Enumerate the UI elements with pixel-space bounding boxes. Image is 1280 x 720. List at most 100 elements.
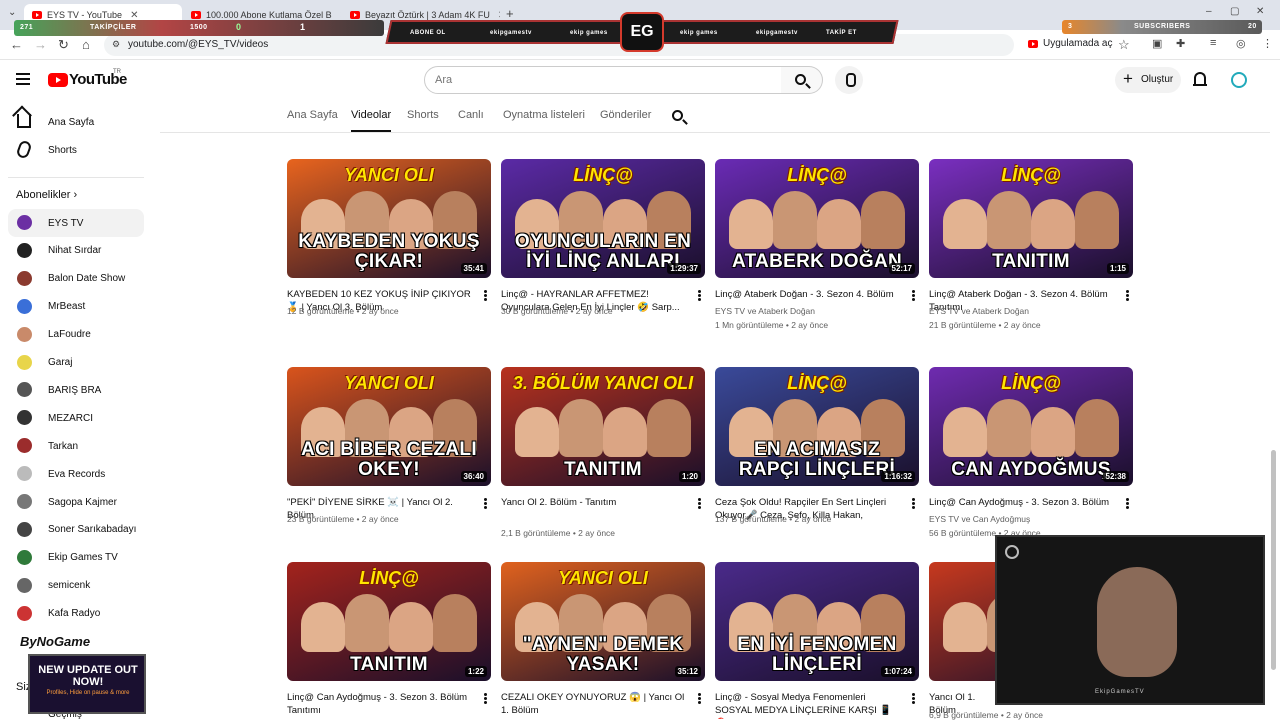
tab-playlists[interactable]: Oynatma listeleri [503, 109, 585, 121]
thumbnail-face [1075, 399, 1119, 457]
video-thumbnail[interactable]: YANCI OLI ACI BİBER CEZALI OKEY! 36:40 [287, 367, 491, 486]
more-options-icon[interactable] [484, 498, 487, 510]
video-title[interactable]: Linç@ Ataberk Doğan - 3. Sezon 4. Bölüm [715, 288, 901, 301]
open-in-app-button[interactable]: Uygulamada aç [1028, 38, 1112, 49]
maximize-icon[interactable]: ▢ [1230, 6, 1239, 17]
account-avatar[interactable] [1231, 72, 1247, 88]
sidebar-item-home[interactable]: Ana Sayfa [8, 108, 144, 136]
video-thumbnail[interactable]: LİNÇ@ CAN AYDOĞMUŞ 52:38 [929, 367, 1133, 486]
close-icon[interactable]: ✕ [340, 10, 341, 21]
hamburger-menu-icon[interactable] [16, 73, 30, 85]
close-icon[interactable]: ✕ [498, 10, 500, 21]
video-channel[interactable]: EYS TV ve Ataberk Doğan [929, 306, 1029, 316]
back-icon[interactable]: ← [10, 37, 23, 52]
create-button[interactable]: Oluştur [1115, 66, 1181, 93]
thumbnail-face [603, 407, 647, 457]
channel-avatar-icon [17, 466, 32, 482]
reload-icon[interactable]: ↻ [58, 37, 69, 53]
tab-posts[interactable]: Gönderiler [600, 109, 651, 121]
video-thumbnail[interactable]: YANCI OLI "AYNEN" DEMEK YASAK! 35:12 [501, 562, 705, 681]
channel-search-icon[interactable] [672, 110, 683, 121]
close-icon[interactable]: ✕ [130, 10, 138, 21]
subscription-label: semicenk [48, 580, 91, 592]
sidebar-divider [8, 177, 144, 178]
sidebar-subscription[interactable]: Ekip Games TV [8, 544, 144, 572]
sidebar-subscription[interactable]: EYS TV [8, 209, 144, 237]
more-options-icon[interactable] [1126, 290, 1129, 302]
thumbnail-caption: TANITIM [564, 459, 642, 480]
window-close-icon[interactable]: ✕ [1256, 6, 1264, 17]
new-tab-button[interactable]: + [506, 6, 514, 21]
sidebar-subscription[interactable]: Sagopa Kajmer [8, 488, 144, 516]
home-icon[interactable]: ⌂ [82, 37, 90, 52]
thumbnail-face [773, 191, 817, 249]
extension-icon[interactable]: ▣ [1152, 37, 1162, 50]
subscriptions-heading[interactable]: Abonelikler › [16, 189, 77, 201]
video-channel[interactable]: EYS TV ve Can Aydoğmuş [929, 514, 1030, 524]
thumbnail-brand: YANCI OLI [344, 165, 434, 185]
sidebar-subscription[interactable]: BARIŞ BRA [8, 376, 144, 404]
more-options-icon[interactable] [912, 290, 915, 302]
more-options-icon[interactable] [484, 290, 487, 302]
video-thumbnail[interactable]: LİNÇ@ ATABERK DOĞAN 52:17 [715, 159, 919, 278]
more-options-icon[interactable] [698, 693, 701, 705]
sidebar-subscription[interactable]: Eva Records [8, 460, 144, 488]
tab-videos[interactable]: Videolar [351, 109, 391, 121]
sidebar-subscription[interactable]: Kafa Radyo [8, 600, 144, 628]
video-thumbnail[interactable]: LİNÇ@ EN ACIMASIZ RAPÇI LİNÇLERİ 1:16:32 [715, 367, 919, 486]
more-options-icon[interactable] [698, 498, 701, 510]
tab-list-icon[interactable]: ⌄ [8, 7, 16, 18]
sidebar-subscription[interactable]: Garaj [8, 349, 144, 377]
video-thumbnail[interactable]: 3. BÖLÜM YANCI OLI TANITIM 1:20 [501, 367, 705, 486]
video-title[interactable]: Linç@ - Sosyal Medya Fenomenleri SOSYAL … [715, 691, 901, 719]
video-title[interactable]: Yancı Ol 2. Bölüm - Tanıtım [501, 496, 687, 509]
video-thumbnail[interactable]: LİNÇ@ TANITIM 1:15 [929, 159, 1133, 278]
voice-search-icon[interactable] [835, 66, 863, 94]
sidebar-subscription[interactable]: Tarkan [8, 432, 144, 460]
video-thumbnail[interactable]: LİNÇ@ OYUNCULARIN EN İYİ LİNÇ ANLARI 1:29:… [501, 159, 705, 278]
search-input[interactable] [424, 66, 782, 94]
sidebar-subscription[interactable]: semicenk [8, 572, 144, 600]
more-options-icon[interactable] [1126, 498, 1129, 510]
sidebar-item-shorts[interactable]: Shorts [8, 136, 144, 164]
thumbnail-face [301, 602, 345, 652]
more-options-icon[interactable] [912, 693, 915, 705]
sidebar-subscription[interactable]: MEZARCI [8, 404, 144, 432]
puzzle-icon[interactable]: ✚ [1176, 37, 1185, 50]
scrollbar-thumb[interactable] [1271, 450, 1276, 670]
menu-dots-icon[interactable]: ⋮ [1262, 37, 1273, 50]
sidebar-subscription[interactable]: Balon Date Show [8, 265, 144, 293]
bookmark-star-icon[interactable]: ☆ [1118, 37, 1130, 53]
sidebar-subscription[interactable]: MrBeast [8, 293, 144, 321]
tab-live[interactable]: Canlı [458, 109, 484, 121]
minimize-icon[interactable]: – [1206, 6, 1212, 17]
video-thumbnail[interactable]: LİNÇ@ TANITIM 1:22 [287, 562, 491, 681]
more-options-icon[interactable] [698, 290, 701, 302]
video-channel[interactable]: EYS TV ve Ataberk Doğan [715, 306, 815, 316]
profile-icon[interactable]: ◎ [1236, 37, 1246, 50]
video-title[interactable]: Linç@ Can Aydoğmuş - 3. Sezon 3. Bölüm T… [287, 691, 473, 717]
video-duration: 1:07:24 [881, 666, 915, 677]
sidebar-subscription[interactable]: LaFoudre [8, 321, 144, 349]
video-title[interactable]: Linç@ Can Aydoğmuş - 3. Sezon 3. Bölüm [929, 496, 1115, 509]
video-thumbnail[interactable]: YANCI OLI KAYBEDEN YOKUŞ ÇIKAR! 35:41 [287, 159, 491, 278]
more-options-icon[interactable] [484, 693, 487, 705]
forward-icon[interactable]: → [34, 37, 47, 52]
site-info-icon[interactable]: ⚙ [112, 39, 120, 50]
tab-shorts[interactable]: Shorts [407, 109, 439, 121]
video-title[interactable]: CEZALI OKEY OYNUYORUZ 😱 | Yancı Ol 1. Bö… [501, 691, 687, 717]
shorts-icon [15, 139, 33, 160]
sidebar-subscription[interactable]: Soner Sarıkabadayı [8, 516, 144, 544]
channel-avatar-icon [17, 382, 32, 398]
youtube-logo-icon[interactable] [48, 73, 68, 87]
media-icon[interactable]: ≡ [1210, 37, 1216, 49]
more-options-icon[interactable] [912, 498, 915, 510]
search-button[interactable] [781, 66, 823, 94]
thumbnail-face [861, 191, 905, 249]
notifications-bell-icon[interactable] [1193, 72, 1207, 86]
video-thumbnail[interactable]: EN İYİ FENOMEN LİNÇLERİ 1:07:24 [715, 562, 919, 681]
url-text[interactable]: youtube.com/@EYS_TV/videos [128, 39, 268, 50]
tab-home[interactable]: Ana Sayfa [287, 109, 338, 121]
sidebar-subscription[interactable]: Nihat Sırdar [8, 237, 144, 265]
thumbnail-face [433, 594, 477, 652]
